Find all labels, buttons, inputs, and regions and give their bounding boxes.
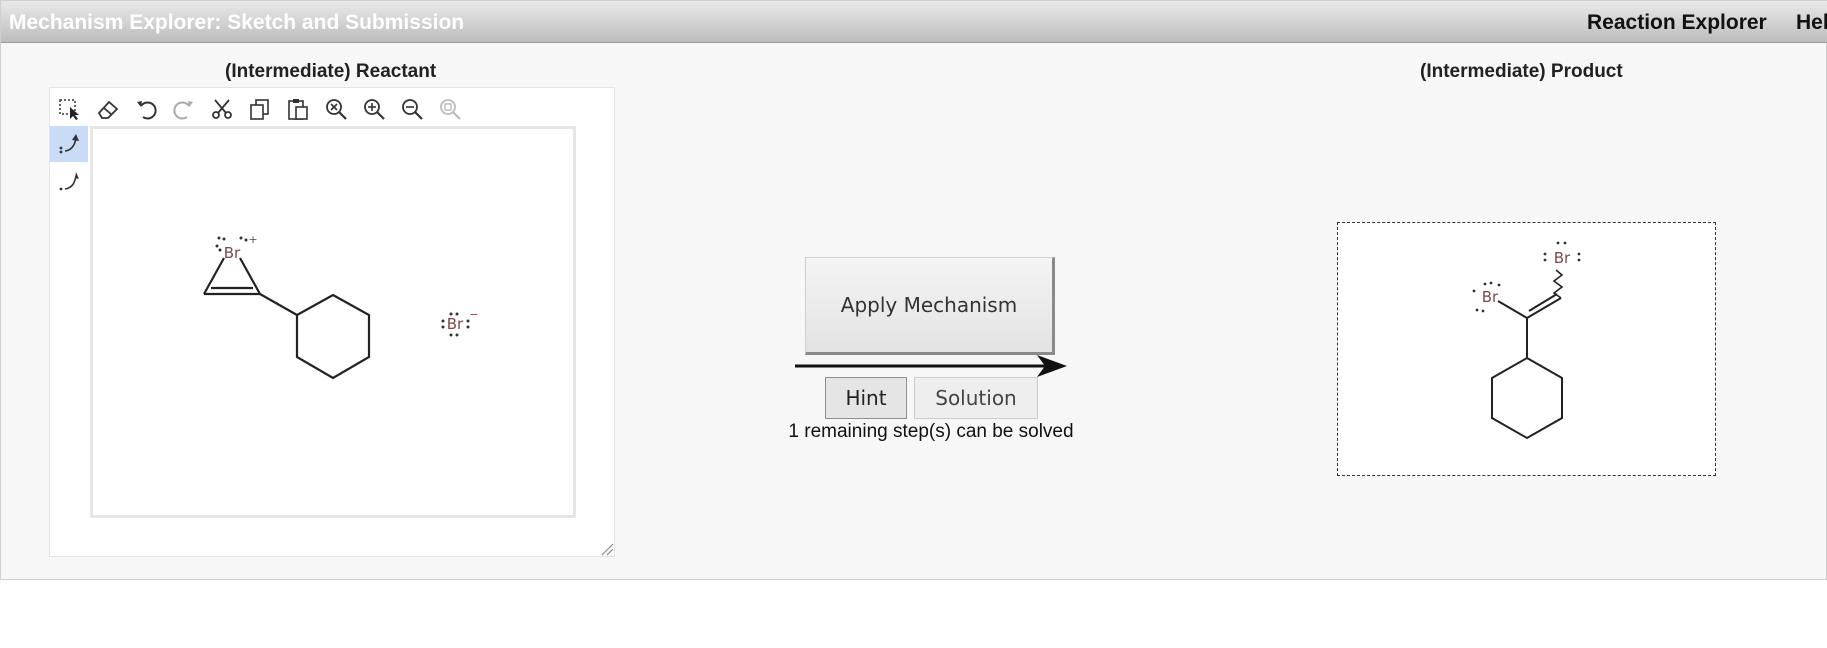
zoom-reset-icon[interactable] <box>321 94 351 124</box>
electron-pair-arrow-icon[interactable] <box>50 126 88 162</box>
reaction-arrow-icon <box>795 355 1067 377</box>
reactant-sketch-editor: Br + Br − <box>49 87 615 557</box>
cut-icon[interactable] <box>207 94 237 124</box>
substituent-bond <box>259 293 298 316</box>
sketch-canvas[interactable]: Br + Br − <box>90 126 576 518</box>
single-electron-arrow-icon[interactable] <box>50 164 88 200</box>
reactant-heading: (Intermediate) Reactant <box>225 61 437 82</box>
hint-button[interactable]: Hint <box>825 377 907 419</box>
zoom-in-icon[interactable] <box>359 94 389 124</box>
bromonium-charge: + <box>248 233 257 246</box>
editor-resize-handle[interactable] <box>600 542 614 556</box>
paste-icon[interactable] <box>283 94 313 124</box>
reactant-molecule-drawing: Br + Br − <box>203 233 479 380</box>
title-bar: Mechanism Explorer: Sketch and Submissio… <box>1 1 1827 43</box>
remaining-steps-status: 1 remaining step(s) can be solved <box>788 421 1074 442</box>
app-root: Mechanism Explorer: Sketch and Submissio… <box>0 0 1827 648</box>
mechanism-explorer-window: Mechanism Explorer: Sketch and Submissio… <box>0 0 1827 580</box>
window-title: Mechanism Explorer: Sketch and Submissio… <box>9 11 465 34</box>
select-icon[interactable] <box>55 94 85 124</box>
bromide-label: Br <box>447 315 464 333</box>
bromide-charge: − <box>469 308 478 321</box>
product-bromine-1: Br <box>1482 288 1499 306</box>
product-heading: (Intermediate) Product <box>1420 61 1623 82</box>
product-structure-box: Br Br <box>1337 222 1716 476</box>
undo-icon[interactable] <box>131 94 161 124</box>
apply-mechanism-button[interactable]: Apply Mechanism <box>805 257 1055 355</box>
redo-icon[interactable] <box>169 94 199 124</box>
nav-reaction-explorer[interactable]: Reaction Explorer <box>1587 11 1767 35</box>
zoom-fit-icon[interactable] <box>435 94 465 124</box>
product-bromine-2: Br <box>1554 249 1571 267</box>
zoom-out-icon[interactable] <box>397 94 427 124</box>
copy-icon[interactable] <box>245 94 275 124</box>
nav-help[interactable]: Hel <box>1796 11 1827 35</box>
bromonium-label: Br <box>224 244 241 262</box>
cyclohexane-ring <box>295 293 371 380</box>
eraser-icon[interactable] <box>93 94 123 124</box>
product-cyclohexane-ring <box>1491 356 1563 440</box>
solution-button[interactable]: Solution <box>914 377 1038 419</box>
wavy-bond <box>1552 269 1564 299</box>
product-molecule-drawing: Br Br <box>1472 241 1581 440</box>
